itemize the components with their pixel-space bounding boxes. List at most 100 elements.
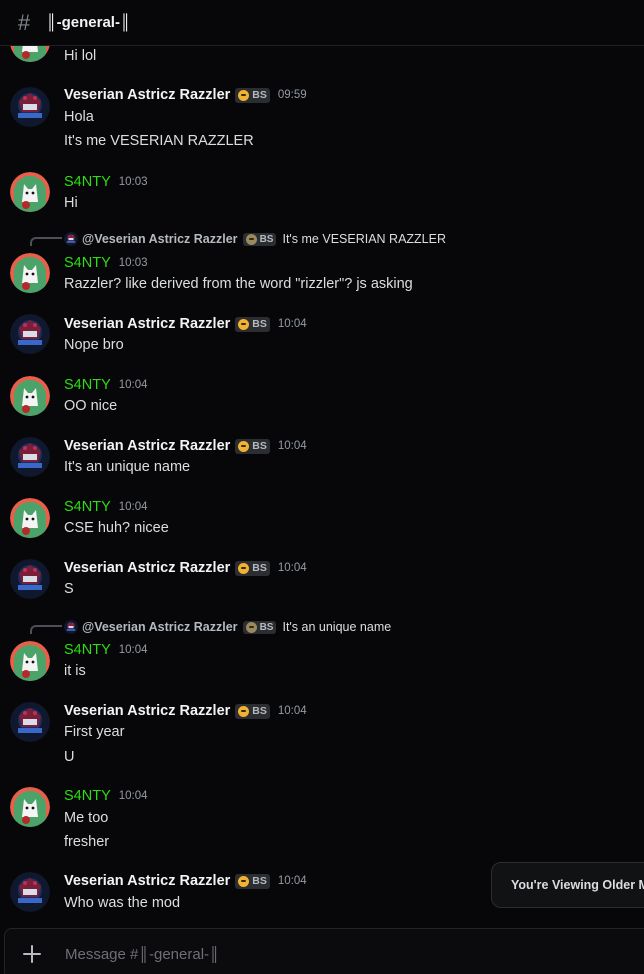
tag-label: BS	[252, 875, 267, 887]
username[interactable]: Veserian Astricz Razzler	[64, 873, 230, 889]
avatar[interactable]	[10, 872, 50, 912]
timestamp: 10:04	[277, 562, 307, 574]
username[interactable]: Veserian Astricz Razzler	[64, 316, 230, 332]
tag-label: BS	[252, 705, 267, 717]
channel-title: ║-general-║	[46, 14, 131, 31]
username[interactable]: S4NTY	[64, 499, 111, 515]
reply-username[interactable]: @Veserian Astricz Razzler	[82, 232, 238, 246]
avatar[interactable]	[10, 787, 50, 827]
username[interactable]: Veserian Astricz Razzler	[64, 87, 230, 103]
message-header: S4NTY 10:04	[64, 788, 148, 804]
skull-icon	[238, 562, 250, 574]
message-header: S4NTY 10:03	[64, 255, 148, 271]
reply-username[interactable]: @Veserian Astricz Razzler	[82, 620, 238, 634]
tag-label: BS	[252, 562, 267, 574]
skull-icon	[238, 705, 250, 717]
message-header: S4NTY 10:03	[64, 174, 148, 190]
message-text: Hi	[64, 195, 78, 211]
message-text: CSE huh? nicee	[64, 520, 169, 536]
message-text: It's me VESERIAN RAZZLER	[64, 133, 254, 149]
username[interactable]: S4NTY	[64, 255, 111, 271]
timestamp: 10:04	[277, 875, 307, 887]
avatar[interactable]	[10, 172, 50, 212]
message-list[interactable]: Hi lol Veserian Astricz Razzler BS 09:59…	[0, 46, 644, 926]
message-header: Veserian Astricz Razzler BS 10:04	[64, 316, 307, 332]
message-text: Hola	[64, 109, 94, 125]
message-header: Veserian Astricz Razzler BS 10:04	[64, 873, 307, 889]
avatar[interactable]	[10, 314, 50, 354]
username[interactable]: Veserian Astricz Razzler	[64, 560, 230, 576]
message-text: First year	[64, 724, 125, 740]
tag-label: BS	[259, 233, 274, 245]
skull-icon	[245, 621, 257, 633]
message-text: U	[64, 749, 75, 765]
message-header: S4NTY 10:04	[64, 377, 148, 393]
timestamp: 10:03	[118, 257, 148, 269]
avatar[interactable]	[10, 437, 50, 477]
reply-text: It's an unique name	[282, 620, 392, 634]
timestamp: 10:04	[277, 705, 307, 717]
timestamp: 10:04	[277, 318, 307, 330]
server-tag-badge[interactable]: BS	[235, 87, 270, 103]
avatar[interactable]	[10, 46, 50, 62]
reply-text: It's me VESERIAN RAZZLER	[282, 232, 447, 246]
server-tag-badge[interactable]: BS	[235, 873, 270, 889]
tag-label: BS	[259, 621, 274, 633]
avatar[interactable]	[10, 641, 50, 681]
avatar[interactable]	[10, 559, 50, 599]
avatar	[64, 620, 78, 634]
message-header: Veserian Astricz Razzler BS 10:04	[64, 438, 307, 454]
skull-icon	[238, 89, 250, 101]
avatar[interactable]	[10, 702, 50, 742]
message-text: Nope bro	[64, 337, 124, 353]
timestamp: 10:04	[118, 790, 148, 802]
tag-label: BS	[252, 89, 267, 101]
username[interactable]: S4NTY	[64, 174, 111, 190]
message-header: S4NTY 10:04	[64, 499, 148, 515]
avatar[interactable]	[10, 253, 50, 293]
message-header: Veserian Astricz Razzler BS 09:59	[64, 87, 307, 103]
reply-preview[interactable]: @Veserian Astricz Razzler BS It's me VES…	[64, 232, 446, 246]
message-header: Veserian Astricz Razzler BS 10:04	[64, 560, 307, 576]
reply-preview[interactable]: @Veserian Astricz Razzler BS It's an uni…	[64, 620, 391, 634]
channel-header: # ║-general-║	[0, 0, 644, 46]
tag-label: BS	[252, 318, 267, 330]
message-text: It's an unique name	[64, 459, 191, 475]
username[interactable]: S4NTY	[64, 788, 111, 804]
timestamp: 10:04	[118, 644, 148, 656]
timestamp: 10:04	[118, 501, 148, 513]
reply-connector	[30, 625, 62, 634]
skull-icon	[238, 318, 250, 330]
skull-icon	[238, 440, 250, 452]
message-text: Who was the mod	[64, 895, 181, 911]
server-tag-badge: BS	[242, 620, 277, 634]
timestamp: 10:04	[118, 379, 148, 391]
timestamp: 09:59	[277, 89, 307, 101]
server-tag-badge[interactable]: BS	[235, 560, 270, 576]
message-text: fresher	[64, 834, 110, 850]
avatar[interactable]	[10, 87, 50, 127]
username[interactable]: S4NTY	[64, 377, 111, 393]
username[interactable]: Veserian Astricz Razzler	[64, 438, 230, 454]
message-header: Veserian Astricz Razzler BS 10:04	[64, 703, 307, 719]
server-tag-badge[interactable]: BS	[235, 703, 270, 719]
older-messages-notice[interactable]: You're Viewing Older Me	[491, 862, 644, 908]
timestamp: 10:03	[118, 176, 148, 188]
hash-icon: #	[17, 9, 31, 35]
avatar[interactable]	[10, 376, 50, 416]
username[interactable]: S4NTY	[64, 642, 111, 658]
message-text: Me too	[64, 810, 109, 826]
skull-icon	[238, 875, 250, 887]
avatar[interactable]	[10, 498, 50, 538]
avatar	[64, 232, 78, 246]
message-text: Razzler? like derived from the word "riz…	[64, 276, 413, 292]
message-input[interactable]	[65, 945, 644, 963]
message-text: it is	[64, 663, 86, 679]
server-tag-badge[interactable]: BS	[235, 316, 270, 332]
username[interactable]: Veserian Astricz Razzler	[64, 703, 230, 719]
reply-connector	[30, 237, 62, 246]
timestamp: 10:04	[277, 440, 307, 452]
plus-circle-icon[interactable]	[21, 943, 43, 965]
server-tag-badge[interactable]: BS	[235, 438, 270, 454]
tag-label: BS	[252, 440, 267, 452]
